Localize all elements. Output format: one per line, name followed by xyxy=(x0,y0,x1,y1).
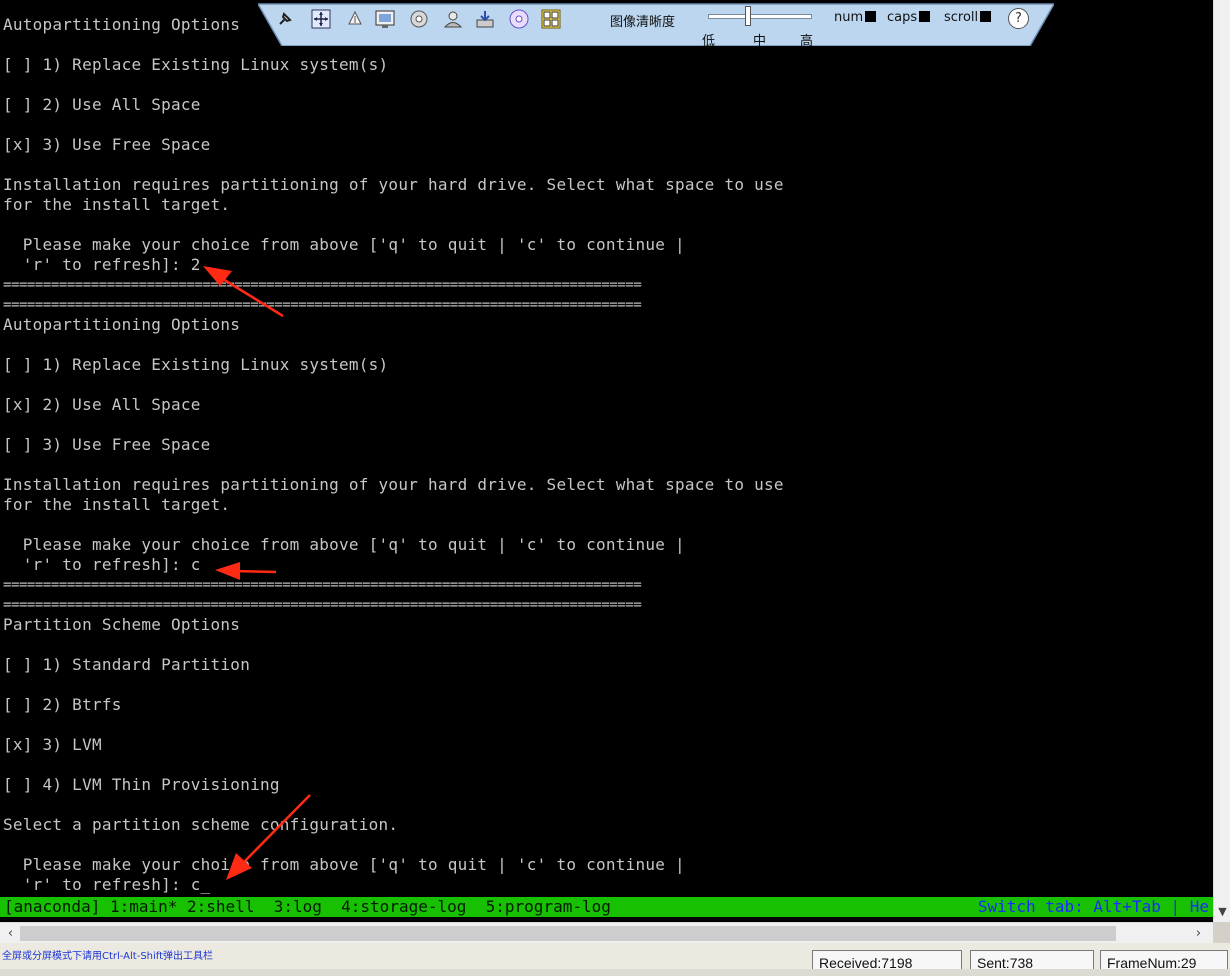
status-tabs: [anaconda] 1:main* 2:shell 3:log 4:stora… xyxy=(4,897,611,916)
terminal-section-title: Partition Scheme Options xyxy=(3,615,241,634)
caps-lock-label: caps xyxy=(887,10,918,25)
horizontal-scroll-thumb[interactable] xyxy=(20,926,1116,941)
toolbar-hint: 全屏或分屏模式下请用Ctrl-Alt-Shift弹出工具栏 xyxy=(2,951,214,962)
terminal-option-line: [x] 3) LVM xyxy=(3,735,102,754)
terminal-option-line: [ ] 2) Use All Space xyxy=(3,95,201,114)
keyboard-icon[interactable] xyxy=(540,8,562,30)
terminal-section-title: Autopartitioning Options xyxy=(3,15,241,34)
move-icon[interactable] xyxy=(310,8,332,30)
caps-lock-light xyxy=(919,11,931,22)
cd-icon[interactable] xyxy=(508,8,530,30)
terminal-option-line: [ ] 2) Btrfs xyxy=(3,695,122,714)
terminal-description-line: Installation requires partitioning of yo… xyxy=(3,175,784,194)
scroll-left-icon[interactable]: ‹ xyxy=(2,925,19,942)
terminal-description-line: for the install target. xyxy=(3,195,231,214)
terminal-option-line: [ ] 1) Standard Partition xyxy=(3,655,251,674)
terminal-prompt-input-line: 'r' to refresh]: c xyxy=(3,555,201,574)
num-lock-indicator: num xyxy=(834,10,878,25)
user-icon[interactable] xyxy=(442,8,464,30)
terminal-description-line: Installation requires partitioning of yo… xyxy=(3,475,784,494)
terminal-prompt-line: Please make your choice from above ['q' … xyxy=(3,855,685,874)
terminal-separator-line: ========================================… xyxy=(3,297,642,313)
terminal-prompt-line: Please make your choice from above ['q' … xyxy=(3,235,685,254)
scroll-lock-label: scroll xyxy=(944,10,979,25)
terminal-option-line: [ ] 3) Use Free Space xyxy=(3,435,211,454)
remote-console-screen[interactable]: Autopartitioning Options [ ] 1) Replace E… xyxy=(0,0,1213,922)
terminal-prompt-line: Please make your choice from above ['q' … xyxy=(3,535,685,554)
clarity-slider-track[interactable] xyxy=(708,14,812,19)
terminal-separator-line: ========================================… xyxy=(3,577,642,593)
up-arrow-icon[interactable] xyxy=(344,8,366,30)
terminal-prompt-input-line: 'r' to refresh]: c_ xyxy=(3,875,211,894)
clarity-mid-label: 中 xyxy=(753,34,767,49)
pin-icon[interactable] xyxy=(274,8,296,30)
terminal-option-line: [x] 2) Use All Space xyxy=(3,395,201,414)
install-icon[interactable] xyxy=(474,8,496,30)
terminal-description-line: Select a partition scheme configuration. xyxy=(3,815,399,834)
remote-toolbar: 图像清晰度 低 中 高 num caps scroll ? xyxy=(258,0,1054,49)
terminal-option-line: [ ] 1) Replace Existing Linux system(s) xyxy=(3,355,389,374)
clarity-high-label: 高 xyxy=(800,34,814,49)
terminal-prompt-input-line: 'r' to refresh]: 2 xyxy=(3,255,201,274)
terminal-separator-line: ========================================… xyxy=(3,277,642,293)
horizontal-scrollbar[interactable]: ‹ › xyxy=(0,922,1213,944)
num-lock-light xyxy=(865,11,877,22)
help-icon[interactable]: ? xyxy=(1008,8,1029,29)
terminal-section-title: Autopartitioning Options xyxy=(3,315,241,334)
terminal-option-line: [ ] 4) LVM Thin Provisioning xyxy=(3,775,280,794)
terminal-separator-line: ========================================… xyxy=(3,597,642,613)
scroll-lock-light xyxy=(980,11,992,22)
terminal-option-line: [x] 3) Use Free Space xyxy=(3,135,211,154)
terminal-option-line: [ ] 1) Replace Existing Linux system(s) xyxy=(3,55,389,74)
vertical-scrollbar[interactable]: ▼ xyxy=(1213,0,1230,922)
disc-icon[interactable] xyxy=(408,8,430,30)
terminal-description-line: for the install target. xyxy=(3,495,231,514)
tmux-status-bar: [anaconda] 1:main* 2:shell 3:log 4:stora… xyxy=(0,897,1213,917)
clarity-label: 图像清晰度 xyxy=(610,15,676,30)
scroll-lock-indicator: scroll xyxy=(944,10,993,25)
clarity-slider-thumb[interactable] xyxy=(745,6,751,26)
scroll-right-icon[interactable]: › xyxy=(1190,925,1207,942)
num-lock-label: num xyxy=(834,10,864,25)
caps-lock-indicator: caps xyxy=(887,10,932,25)
status-switch-hint: Switch tab: Alt+Tab | He xyxy=(977,897,1209,916)
screenshot-icon[interactable] xyxy=(374,8,396,30)
scroll-down-icon[interactable]: ▼ xyxy=(1214,903,1230,920)
clarity-low-label: 低 xyxy=(702,34,716,49)
taskbar-edge xyxy=(0,969,1230,976)
